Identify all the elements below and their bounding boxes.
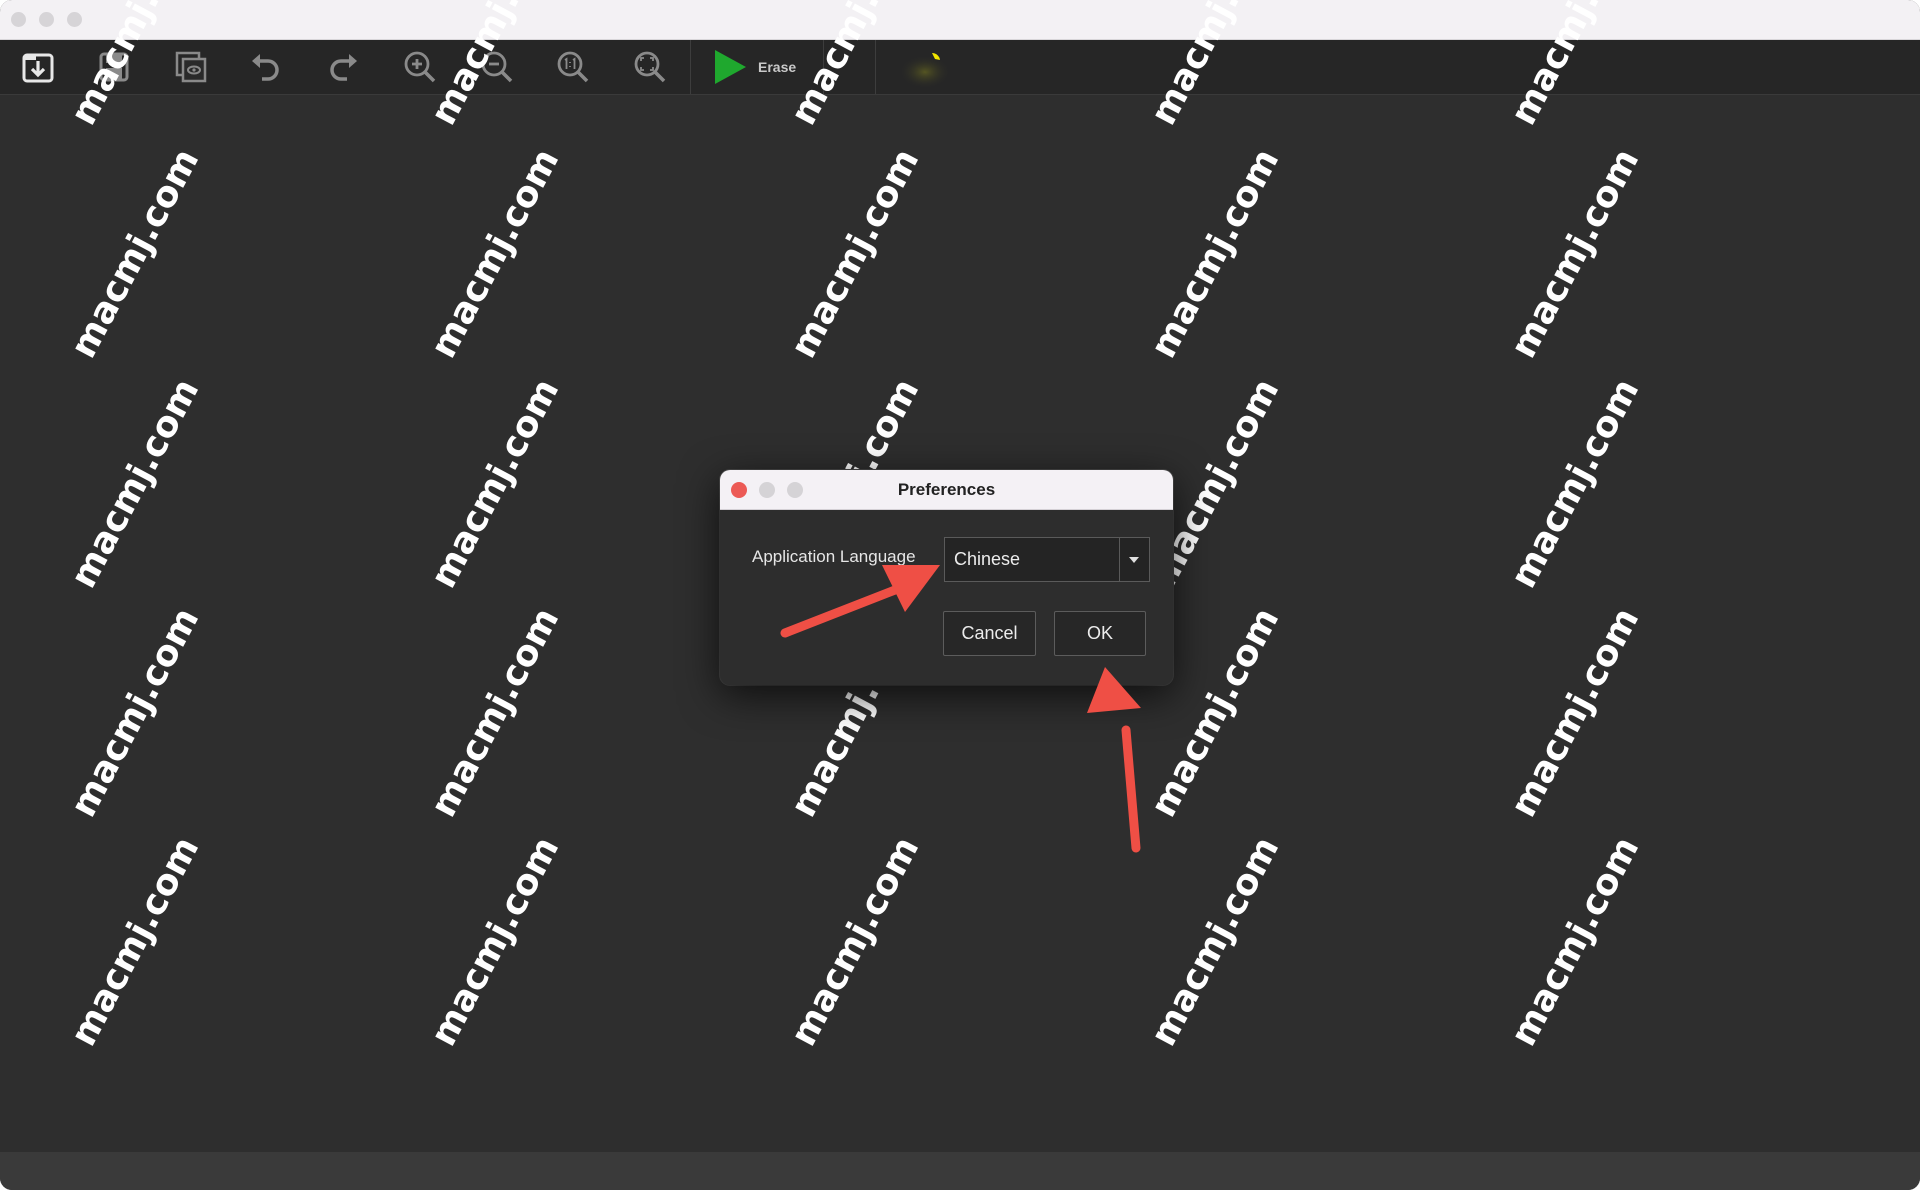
- actual-size-button[interactable]: [552, 47, 594, 87]
- brush-preview-icon: [899, 52, 951, 89]
- play-icon: [715, 50, 746, 84]
- dialog-title: Preferences: [897, 480, 996, 499]
- application-language-label: Application Language: [752, 547, 916, 566]
- ok-button[interactable]: OK: [1054, 611, 1146, 656]
- undo-button[interactable]: [245, 47, 287, 87]
- window-close-button[interactable]: [11, 12, 26, 27]
- erase-label: Erase: [758, 59, 797, 75]
- zoom-out-button[interactable]: [476, 47, 518, 87]
- app-window: Erase macmj.com macmj.com macmj.com macmj.c…: [0, 0, 1920, 1190]
- erase-button[interactable]: Erase: [706, 46, 814, 88]
- zoom-out-icon: [481, 51, 513, 83]
- preview-button[interactable]: [170, 47, 212, 87]
- preferences-dialog: Preferences Application Language Chinese…: [720, 470, 1173, 685]
- save-button[interactable]: [93, 47, 135, 87]
- brush-size-control[interactable]: [895, 48, 955, 89]
- dialog-titlebar: Preferences: [720, 470, 1173, 510]
- actual-size-icon: [557, 51, 589, 83]
- window-titlebar: [0, 0, 1920, 40]
- fit-window-button[interactable]: [629, 47, 671, 87]
- undo-icon: [252, 54, 279, 81]
- chevron-down-icon[interactable]: [1129, 557, 1139, 563]
- select-divider: [1119, 538, 1120, 581]
- application-language-select[interactable]: Chinese: [944, 537, 1150, 582]
- redo-button[interactable]: [322, 47, 364, 87]
- redo-icon: [330, 54, 357, 81]
- window-zoom-button[interactable]: [67, 12, 82, 27]
- toolbar: Erase: [0, 40, 1920, 95]
- fit-window-icon: [634, 51, 666, 83]
- toolbar-separator: [875, 40, 876, 94]
- open-button[interactable]: [17, 47, 59, 87]
- toolbar-separator: [823, 40, 824, 94]
- save-icon: [99, 52, 129, 82]
- preview-icon: [175, 51, 207, 83]
- open-icon: [22, 53, 54, 83]
- zoom-in-icon: [404, 51, 436, 83]
- cancel-button[interactable]: Cancel: [943, 611, 1036, 656]
- status-bar: [0, 1152, 1920, 1190]
- language-selected-value: Chinese: [954, 549, 1021, 569]
- zoom-in-button[interactable]: [399, 47, 441, 87]
- toolbar-separator: [690, 40, 691, 94]
- window-minimize-button[interactable]: [39, 12, 54, 27]
